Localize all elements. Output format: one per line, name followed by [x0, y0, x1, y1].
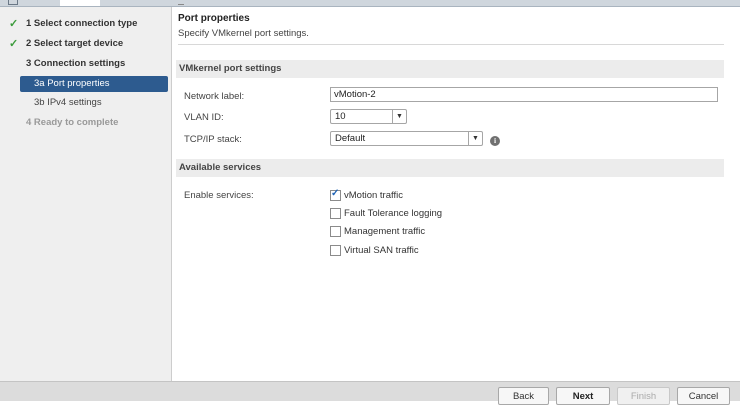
vlan-id-label: VLAN ID:: [184, 112, 224, 123]
checkbox-checked[interactable]: ✓: [330, 188, 341, 201]
network-label-label: Network label:: [184, 91, 245, 102]
main-panel: Port properties Specify VMkernel port se…: [172, 7, 740, 381]
wizard-footer: Back Next Finish Cancel: [0, 381, 740, 405]
step-ready-to-complete: 4 Ready to complete: [0, 115, 171, 131]
cancel-button[interactable]: Cancel: [677, 387, 730, 405]
step-select-target-device[interactable]: ✓ 2 Select target device: [0, 36, 171, 52]
window-title-strip: [0, 0, 740, 7]
dropdown-arrow-icon[interactable]: ▼: [392, 110, 406, 123]
back-button[interactable]: Back: [498, 387, 549, 405]
section-header-vmkernel: VMkernel port settings: [176, 60, 724, 78]
next-button[interactable]: Next: [556, 387, 610, 405]
network-label-input[interactable]: [331, 88, 717, 100]
checkmark-icon: ✓: [9, 18, 19, 30]
checkbox-unchecked[interactable]: [330, 245, 341, 256]
title-tab: [60, 0, 100, 6]
tcpip-stack-dropdown[interactable]: Default ▼: [330, 131, 483, 146]
section-header-services: Available services: [176, 159, 724, 177]
service-label: Virtual SAN traffic: [344, 245, 419, 256]
section-title: VMkernel port settings: [179, 63, 282, 74]
step-connection-settings[interactable]: 3 Connection settings: [0, 56, 171, 72]
service-label: vMotion traffic: [344, 190, 403, 201]
wizard-steps-sidebar: ✓ 1 Select connection type ✓ 2 Select ta…: [0, 7, 172, 381]
title-mark: [178, 0, 184, 5]
dropdown-arrow-icon[interactable]: ▼: [468, 132, 482, 145]
step-select-connection-type[interactable]: ✓ 1 Select connection type: [0, 16, 171, 32]
page-title: Port properties: [178, 13, 250, 24]
info-icon[interactable]: i: [490, 136, 500, 146]
step-label: 3b IPv4 settings: [34, 97, 102, 108]
checkbox-unchecked[interactable]: [330, 208, 341, 219]
finish-button: Finish: [617, 387, 670, 405]
app-icon: [8, 0, 18, 5]
tcpip-stack-value: Default: [335, 133, 366, 144]
check-icon: ✓: [331, 188, 340, 199]
vlan-id-dropdown[interactable]: 10 ▼: [330, 109, 407, 124]
step-label: 3a Port properties: [34, 78, 110, 89]
step-port-properties[interactable]: 3a Port properties: [20, 76, 168, 92]
step-label: 4 Ready to complete: [26, 117, 119, 128]
step-label: 2 Select target device: [26, 38, 124, 49]
checkbox-unchecked[interactable]: [330, 226, 341, 237]
step-ipv4-settings[interactable]: 3b IPv4 settings: [0, 95, 171, 111]
header-divider: [178, 44, 724, 45]
checkmark-icon: ✓: [9, 38, 19, 50]
enable-services-label: Enable services:: [184, 190, 254, 201]
step-label: 1 Select connection type: [26, 18, 138, 29]
page-subtitle: Specify VMkernel port settings.: [178, 28, 309, 39]
service-label: Fault Tolerance logging: [344, 208, 443, 219]
vlan-id-value: 10: [335, 111, 346, 122]
tcpip-stack-label: TCP/IP stack:: [184, 134, 242, 145]
service-label: Management traffic: [344, 226, 426, 237]
section-title: Available services: [179, 162, 262, 173]
step-label: 3 Connection settings: [26, 58, 126, 69]
network-label-field[interactable]: [330, 87, 718, 102]
